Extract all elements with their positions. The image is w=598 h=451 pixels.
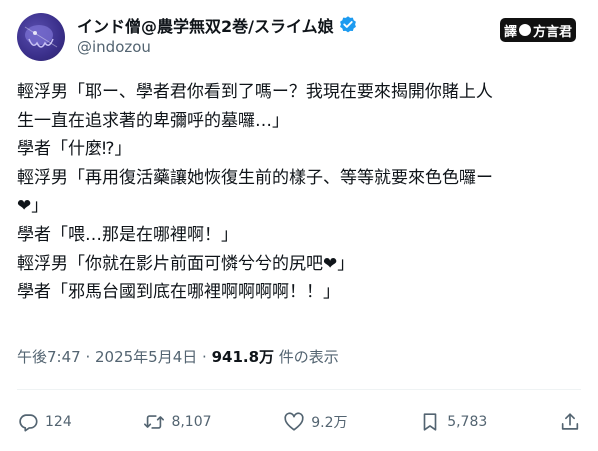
tweet-meta: 午後7:47 · 2025年5月4日 · 941.8万 件の表示 — [17, 346, 339, 367]
tweet-date[interactable]: 2025年5月4日 — [95, 348, 197, 366]
view-count: 941.8万 — [211, 348, 275, 366]
badge-left-glyph: 譯 — [503, 24, 517, 40]
tweet-line: 輕浮男「耶ー、學者君你看到了嗎ー？我現在要來揭開你賭上人 — [17, 82, 493, 102]
translator-app-badge: 譯 方言君 — [499, 18, 576, 42]
badge-right-text: 方言君 — [532, 24, 572, 40]
retweet-icon — [144, 415, 165, 429]
meta-separator: · — [80, 348, 95, 366]
bookmark-button[interactable]: 5,783 — [419, 411, 487, 433]
author-name-row[interactable]: インド僧@農学無双2巻/スライム娘 — [77, 13, 358, 37]
like-button[interactable]: 9.2万 — [283, 411, 348, 433]
author-handle[interactable]: @indozou — [77, 38, 151, 56]
avatar[interactable] — [17, 13, 65, 61]
tweet-line: ❤」 — [17, 196, 49, 217]
retweet-count: 8,107 — [171, 414, 212, 430]
share-icon — [561, 413, 579, 430]
bookmark-icon — [423, 413, 437, 431]
avatar-illustration — [24, 25, 58, 48]
like-count: 9.2万 — [311, 415, 348, 431]
tweet-line: 學者「什麼⁉」 — [17, 139, 132, 160]
heart-icon — [284, 412, 304, 431]
tweet-text: 輕浮男「耶ー、學者君你看到了嗎ー？我現在要來揭開你賭上人 生一直在追求著的卑彌呼… — [17, 78, 583, 307]
reply-icon — [19, 414, 38, 432]
author-display-name[interactable]: インド僧@農学無双2巻/スライム娘 — [77, 13, 334, 37]
tweet-line: 輕浮男「再用復活藥讓她恢復生前的樣子、等等就要來色色囉ー — [17, 167, 493, 188]
tweet-line: 學者「邪馬台國到底在哪裡啊啊啊啊！！」 — [17, 282, 340, 303]
tweet-time[interactable]: 午後7:47 — [17, 348, 81, 366]
view-count-suffix: 件の表示 — [274, 348, 339, 366]
retweet-button[interactable]: 8,107 — [143, 411, 212, 433]
reply-count: 124 — [45, 414, 72, 430]
action-bar: 124 8,107 9.2万 5,783 — [17, 405, 581, 439]
divider — [17, 389, 581, 390]
verified-badge-icon — [338, 15, 358, 35]
share-button[interactable] — [559, 411, 581, 433]
tweet-line: 學者「喂…那是在哪裡啊！」 — [17, 224, 238, 245]
tweet-line: 生一直在追求著的卑彌呼的墓囉…」 — [17, 110, 289, 131]
tweet-line: 輕浮男「你就在影片前面可憐兮兮的尻吧❤」 — [17, 253, 355, 274]
reply-button[interactable]: 124 — [17, 411, 72, 433]
bookmark-count: 5,783 — [447, 414, 488, 430]
badge-dot-icon — [518, 24, 531, 36]
meta-separator: · — [197, 348, 212, 366]
